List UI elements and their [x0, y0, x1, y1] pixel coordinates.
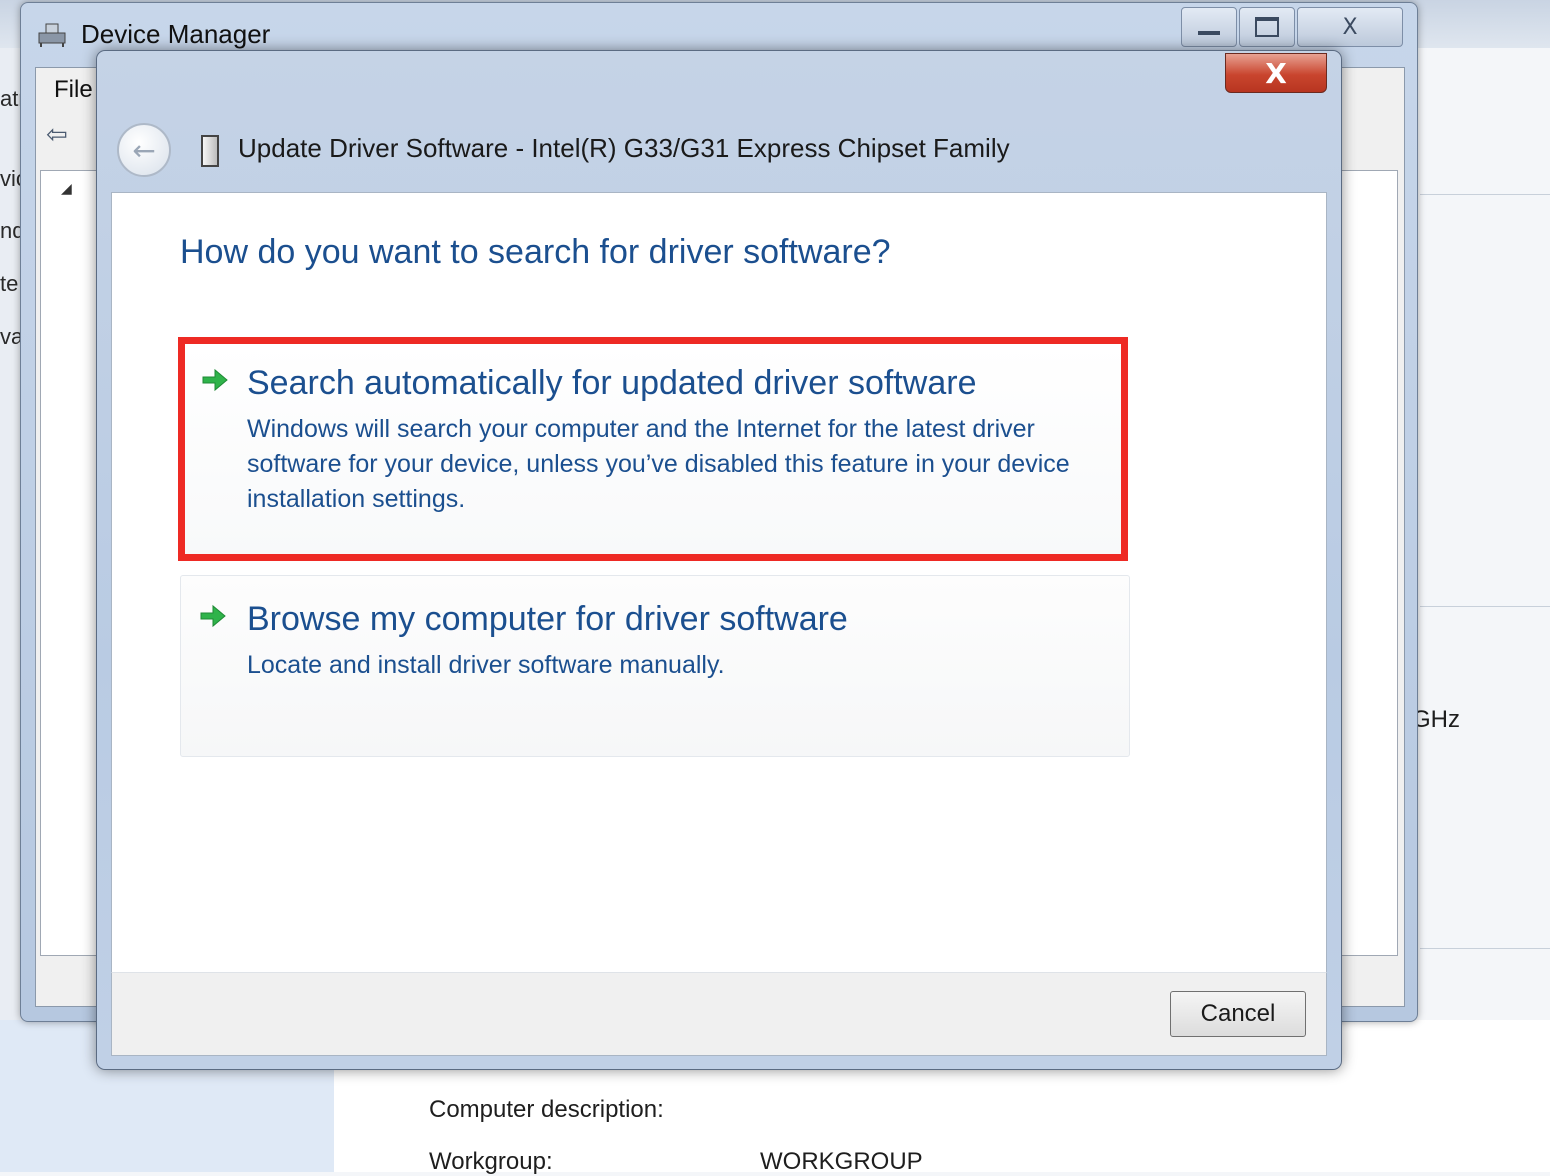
- dialog-footer: Cancel: [111, 972, 1327, 1056]
- close-icon: X: [1342, 14, 1358, 40]
- update-driver-dialog: X ← Update Driver Software - Intel(R) G3…: [96, 50, 1342, 1070]
- back-arrow-icon: ←: [132, 133, 156, 167]
- maximize-icon: [1255, 17, 1279, 37]
- maximize-button[interactable]: [1239, 7, 1295, 47]
- page-heading: How do you want to search for driver sof…: [180, 233, 891, 271]
- dialog-title: Update Driver Software - Intel(R) G33/G3…: [238, 133, 1010, 163]
- driver-device-icon: [201, 135, 219, 167]
- processor-speed-text: GHz: [1412, 706, 1460, 733]
- search-automatically-option[interactable]: Search automatically for updated driver …: [178, 337, 1128, 561]
- dialog-close-button[interactable]: X: [1225, 53, 1327, 93]
- browse-computer-option[interactable]: Browse my computer for driver software L…: [180, 575, 1130, 757]
- green-arrow-icon: [200, 604, 226, 628]
- menu-file[interactable]: File: [54, 76, 93, 104]
- option-title: Browse my computer for driver software: [247, 600, 848, 638]
- divider: [1420, 194, 1550, 195]
- minimize-icon: [1198, 31, 1220, 35]
- cancel-button[interactable]: Cancel: [1170, 991, 1306, 1037]
- divider: [1420, 606, 1550, 607]
- back-button[interactable]: ←: [117, 123, 171, 177]
- computer-description-label: Computer description:: [429, 1096, 664, 1123]
- option-title: Search automatically for updated driver …: [247, 364, 977, 402]
- option-description: Locate and install driver software manua…: [247, 651, 725, 679]
- back-arrow-icon[interactable]: ⇦: [46, 120, 68, 150]
- close-icon: X: [1265, 56, 1287, 90]
- left-edge-text: te: [0, 271, 19, 296]
- minimize-button[interactable]: [1181, 7, 1237, 47]
- close-button[interactable]: X: [1297, 7, 1403, 47]
- device-manager-icon: [38, 23, 66, 47]
- divider: [1420, 948, 1550, 949]
- dialog-content: How do you want to search for driver sof…: [111, 192, 1327, 974]
- expand-triangle-icon[interactable]: ◢: [61, 181, 72, 197]
- green-arrow-icon: [202, 368, 228, 392]
- option-description: Windows will search your computer and th…: [247, 415, 1070, 513]
- device-manager-title: Device Manager: [81, 19, 271, 49]
